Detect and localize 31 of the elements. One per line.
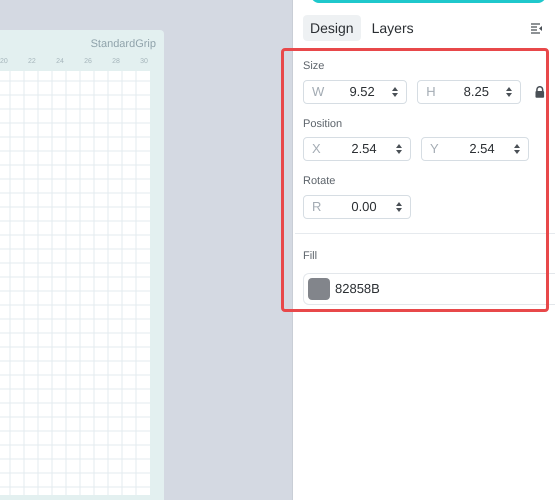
field-label: X — [312, 140, 322, 158]
stepper-icon[interactable] — [514, 143, 520, 155]
section-label: Rotate — [303, 174, 336, 189]
color-value: 82858B — [335, 280, 380, 298]
section-label: Fill — [303, 248, 318, 264]
field-value: 8.25 — [462, 82, 490, 101]
field-value: 2.54 — [350, 140, 378, 158]
stepper-icon[interactable] — [392, 86, 398, 98]
field-label: W — [312, 82, 326, 101]
lock-icon[interactable] — [535, 86, 545, 98]
field-label: R — [312, 198, 322, 216]
tab[interactable]: Design — [303, 15, 361, 41]
stepper-icon[interactable] — [396, 143, 402, 155]
field-label: H — [426, 82, 437, 101]
field-value: 9.52 — [348, 82, 376, 101]
number-field[interactable]: Y 2.54 — [421, 137, 529, 161]
number-field[interactable]: W 9.52 — [303, 80, 408, 104]
stepper-icon[interactable] — [506, 86, 512, 98]
section-label: Size — [303, 59, 326, 74]
number-field[interactable]: R 0.00 — [303, 194, 411, 218]
color-field[interactable]: 82858B — [303, 273, 555, 305]
number-field[interactable]: H 8.25 — [417, 80, 522, 104]
stepper-icon[interactable] — [396, 200, 402, 212]
tab[interactable]: Layers — [364, 15, 421, 41]
field-value: 0.00 — [350, 198, 378, 216]
mat-label: StandardGrip — [90, 37, 156, 52]
collapse-panel-icon[interactable] — [531, 22, 543, 34]
field-label: Y — [430, 140, 440, 158]
section-label: Position — [303, 116, 344, 132]
field-value: 2.54 — [468, 140, 496, 158]
number-field[interactable]: X 2.54 — [303, 137, 411, 161]
